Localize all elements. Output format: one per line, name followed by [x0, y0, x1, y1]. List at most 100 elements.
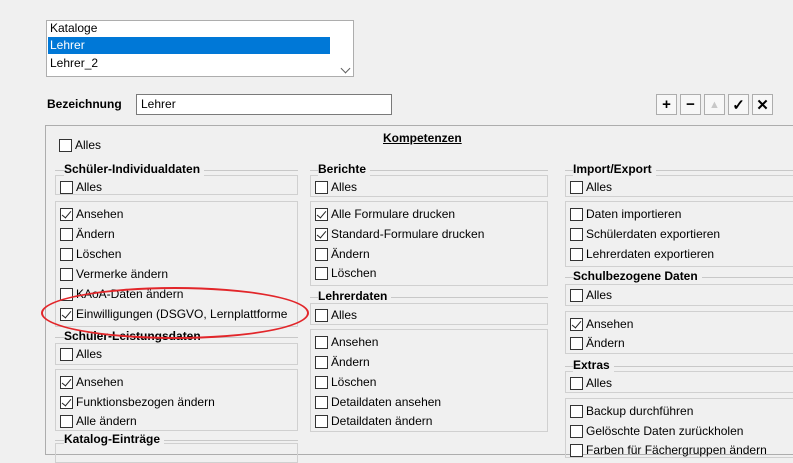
lehrerdaten-detail-aendern[interactable]: Detaildaten ändern — [315, 413, 432, 429]
schulbezogen-aendern[interactable]: Ändern — [570, 335, 625, 351]
group-title-extras: Extras — [573, 358, 614, 372]
checkbox-checked[interactable] — [315, 207, 328, 221]
checkbox[interactable] — [60, 247, 73, 261]
checkbox[interactable] — [570, 443, 583, 457]
checkbox-label: Alles — [76, 180, 103, 194]
schueler-individual-aendern[interactable]: Ändern — [60, 226, 115, 242]
checkbox[interactable] — [570, 424, 583, 438]
alles-all-checkbox[interactable]: Alles — [59, 137, 101, 153]
group-title-schueler-individualdaten: Schüler-Individualdaten — [64, 162, 205, 176]
checkbox[interactable] — [570, 180, 583, 194]
lehrerdaten-ansehen[interactable]: Ansehen — [315, 334, 378, 350]
checkbox[interactable] — [315, 355, 328, 369]
list-item-selected[interactable]: Lehrer — [48, 37, 330, 54]
move-up-button[interactable]: ▲ — [704, 94, 725, 115]
checkbox-checked[interactable] — [60, 207, 73, 221]
checkbox-label: Löschen — [331, 375, 377, 389]
checkbox[interactable] — [315, 266, 328, 280]
name-label: Bezeichnung — [47, 97, 122, 111]
import-export-schueler-exportieren[interactable]: Schülerdaten exportieren — [570, 226, 720, 242]
berichte-loeschen[interactable]: Löschen — [315, 265, 376, 281]
schueler-leistung-ansehen[interactable]: Ansehen — [60, 374, 123, 390]
lehrerdaten-loeschen[interactable]: Löschen — [315, 374, 376, 390]
checkbox[interactable] — [315, 414, 328, 428]
schueler-individual-ansehen[interactable]: Ansehen — [60, 206, 123, 222]
remove-button[interactable]: − — [680, 94, 701, 115]
checkbox-label: Alle Formulare drucken — [331, 207, 456, 221]
import-export-alles[interactable]: Alles — [570, 179, 612, 195]
group-box — [55, 443, 298, 463]
extras-geloeschte-daten[interactable]: Gelöschte Daten zurückholen — [570, 423, 743, 439]
schueler-individual-loeschen[interactable]: Löschen — [60, 246, 121, 262]
checkbox[interactable] — [315, 375, 328, 389]
checkbox-checked[interactable] — [60, 375, 73, 389]
checkbox[interactable] — [570, 336, 583, 350]
checkbox[interactable] — [570, 404, 583, 418]
checkbox[interactable] — [570, 288, 583, 302]
checkbox-label: Gelöschte Daten zurückholen — [586, 424, 744, 438]
checkbox-label: Alles — [331, 308, 358, 322]
import-export-lehrer-exportieren[interactable]: Lehrerdaten exportieren — [570, 246, 714, 262]
chevron-down-icon[interactable] — [340, 63, 351, 74]
extras-alles[interactable]: Alles — [570, 375, 612, 391]
checkbox[interactable] — [570, 207, 583, 221]
schulbezogen-alles[interactable]: Alles — [570, 287, 612, 303]
checkbox-label: Ansehen — [76, 375, 124, 389]
berichte-standard-formulare[interactable]: Standard-Formulare drucken — [315, 226, 484, 242]
confirm-button[interactable]: ✓ — [728, 94, 749, 115]
add-button[interactable]: + — [656, 94, 677, 115]
group-title-lehrerdaten: Lehrerdaten — [318, 289, 392, 303]
checkbox-checked[interactable] — [315, 227, 328, 241]
schueler-leistung-funktionsbezogen[interactable]: Funktionsbezogen ändern — [60, 394, 215, 410]
cancel-button[interactable]: ✕ — [752, 94, 773, 115]
checkbox[interactable] — [315, 395, 328, 409]
checkbox[interactable] — [570, 247, 583, 261]
group-title-katalog-eintraege: Katalog-Einträge — [64, 432, 165, 446]
schueler-leistung-alle-aendern[interactable]: Alle ändern — [60, 413, 137, 429]
checkbox-label: Ändern — [76, 227, 115, 241]
schulbezogen-ansehen[interactable]: Ansehen — [570, 316, 633, 332]
checkbox[interactable] — [60, 347, 73, 361]
triangle-up-icon: ▲ — [709, 98, 720, 111]
berichte-aendern[interactable]: Ändern — [315, 246, 370, 262]
checkbox[interactable] — [570, 376, 583, 390]
extras-farben[interactable]: Farben für Fächergruppen ändern — [570, 442, 767, 458]
berichte-alle-formulare[interactable]: Alle Formulare drucken — [315, 206, 455, 222]
checkbox-checked[interactable] — [60, 395, 73, 409]
list-item[interactable]: Kataloge — [48, 20, 330, 37]
checkbox-label: Alles — [586, 180, 613, 194]
schueler-leistung-alles[interactable]: Alles — [60, 346, 102, 362]
checkbox-label: Schülerdaten exportieren — [586, 227, 721, 241]
checkbox-label: Alles — [586, 376, 613, 390]
checkbox[interactable] — [59, 138, 72, 152]
checkbox-label: Lehrerdaten exportieren — [586, 247, 715, 261]
profile-listbox[interactable]: Kataloge Lehrer Lehrer_2 — [46, 20, 354, 77]
schueler-individual-alles[interactable]: Alles — [60, 179, 102, 195]
checkbox-label: Alles — [331, 180, 358, 194]
checkbox[interactable] — [315, 335, 328, 349]
checkbox[interactable] — [570, 227, 583, 241]
list-item[interactable]: Lehrer_2 — [48, 55, 330, 72]
checkbox[interactable] — [60, 267, 73, 281]
extras-backup[interactable]: Backup durchführen — [570, 403, 693, 419]
checkbox[interactable] — [315, 308, 328, 322]
checkbox[interactable] — [60, 180, 73, 194]
checkbox[interactable] — [315, 247, 328, 261]
name-input[interactable]: Lehrer — [136, 94, 392, 115]
checkbox-label: Alles — [586, 288, 613, 302]
schueler-individual-vermerke[interactable]: Vermerke ändern — [60, 266, 168, 282]
checkbox-label: Backup durchführen — [586, 404, 694, 418]
lehrerdaten-aendern[interactable]: Ändern — [315, 354, 370, 370]
lehrerdaten-detail-ansehen[interactable]: Detaildaten ansehen — [315, 394, 441, 410]
lehrerdaten-alles[interactable]: Alles — [315, 307, 357, 323]
checkbox[interactable] — [60, 227, 73, 241]
checkbox-label: Daten importieren — [586, 207, 682, 221]
checkbox[interactable] — [315, 180, 328, 194]
import-export-daten-importieren[interactable]: Daten importieren — [570, 206, 681, 222]
listbox-scrollbar[interactable] — [336, 21, 353, 76]
berichte-alles[interactable]: Alles — [315, 179, 357, 195]
checkbox-label: Detaildaten ansehen — [331, 395, 442, 409]
checkbox[interactable] — [60, 414, 73, 428]
red-highlight-ellipse — [41, 287, 309, 339]
checkbox-checked[interactable] — [570, 317, 583, 331]
